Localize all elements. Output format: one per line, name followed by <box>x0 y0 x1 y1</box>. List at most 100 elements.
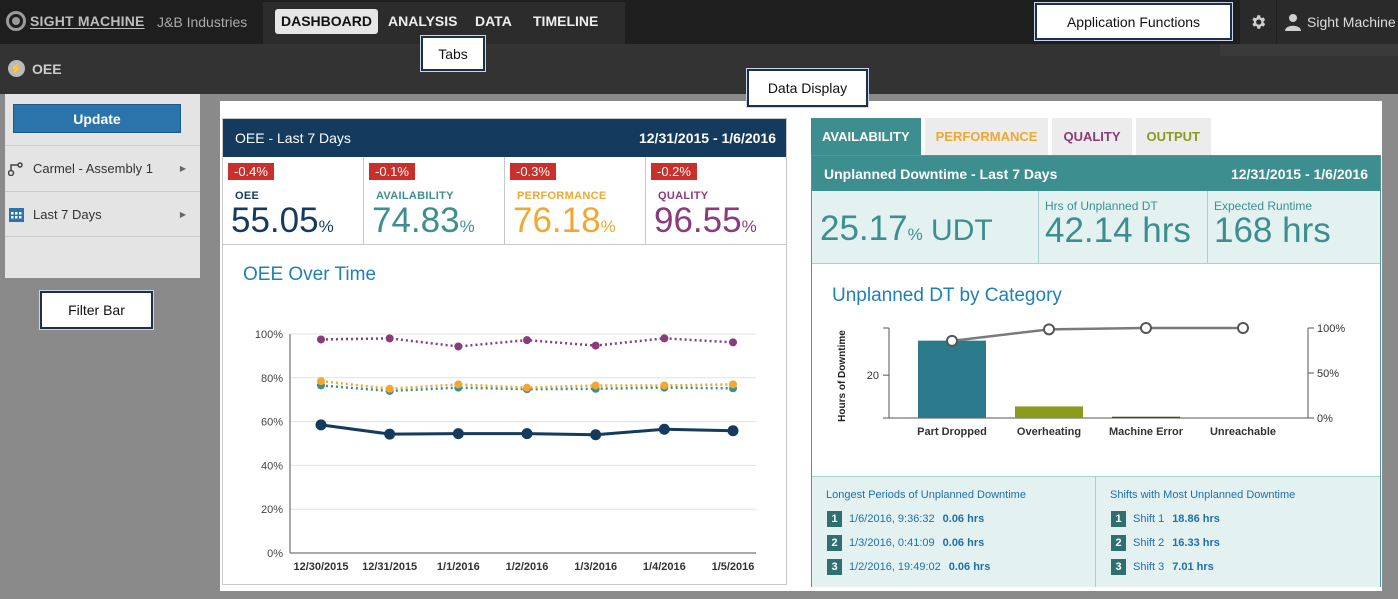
callout-filter-bar: Filter Bar <box>40 291 153 329</box>
downtime-chart-title: Unplanned DT by Category <box>832 285 1062 306</box>
data-point-performance <box>385 384 394 393</box>
data-point-quality <box>591 341 600 350</box>
company-name: J&B Industries <box>157 14 248 30</box>
brand-name: SIGHT MACHINE <box>30 13 145 29</box>
kpi-value: 96.55% <box>654 201 757 240</box>
x-tick-label: 1/5/2016 <box>712 561 755 573</box>
data-point-quality <box>523 336 531 345</box>
tab-quality[interactable]: QUALITY <box>1052 118 1132 155</box>
filter-item-date-range[interactable]: Last 7 Days ▶ <box>5 191 200 237</box>
list-item[interactable]: 3 1/2/2016, 19:49:02 0.06 hrs <box>827 559 990 575</box>
data-point-quality <box>317 335 325 344</box>
data-point-quality <box>729 338 737 347</box>
data-point-oee <box>452 428 464 440</box>
list-title: Longest Periods of Unplanned Downtime <box>826 489 1026 501</box>
y-tick-label: 80% <box>261 373 283 385</box>
list-item[interactable]: 3 Shift 3 7.01 hrs <box>1111 559 1214 575</box>
data-point-quality <box>385 334 394 343</box>
list-item[interactable]: 1 1/6/2016, 9:36:32 0.06 hrs <box>827 511 984 527</box>
user-menu-button[interactable]: Sight Machine <box>1277 0 1398 44</box>
chevron-right-icon: ▶ <box>179 209 186 219</box>
kpi-value: 55.05% <box>231 201 334 240</box>
kpi-availability[interactable]: -0.1% AVAILABILITY 74.83% <box>364 157 505 244</box>
tab-availability[interactable]: AVAILABILITY <box>811 118 921 155</box>
tab-timeline[interactable]: TIMELINE <box>527 9 604 34</box>
list-item[interactable]: 1 Shift 1 18.86 hrs <box>1111 511 1220 527</box>
x-tick-label: 1/1/2016 <box>437 561 480 573</box>
x-tick-label: 1/3/2016 <box>574 561 617 573</box>
kpi-value: 74.83% <box>372 201 475 240</box>
kpi-oee[interactable]: -0.4% OEE 55.05% <box>223 157 364 244</box>
downtime-header: Unplanned Downtime - Last 7 Days 12/31/2… <box>812 156 1380 191</box>
y-axis-label: Hours of Downtime <box>837 330 848 422</box>
x-tick-label: Unreachable <box>1210 426 1276 438</box>
cumulative-line <box>951 326 1243 343</box>
delta-badge: -0.1% <box>369 163 415 180</box>
kpi-udt: 25.17% UDT <box>812 191 1039 263</box>
y2-tick-label: 0% <box>1317 413 1333 425</box>
data-point-performance <box>729 380 737 389</box>
kpi-value: 76.18% <box>513 201 616 240</box>
filter-bar: Update Carmel - Assembly 1 ▶ Last 7 Days… <box>5 94 200 278</box>
y2-tick-label: 100% <box>1317 323 1345 335</box>
bar-1 <box>1015 406 1083 418</box>
data-display: OEE - Last 7 Days 12/31/2015 - 1/6/2016 … <box>220 101 1382 591</box>
brand-logo[interactable]: SIGHT MACHINE <box>6 11 145 31</box>
bar-2 <box>1112 416 1180 418</box>
oee-card-header: OEE - Last 7 Days 12/31/2015 - 1/6/2016 <box>223 119 786 157</box>
tab-performance[interactable]: PERFORMANCE <box>924 118 1049 155</box>
kpi-udt-value: 25.17% UDT <box>820 209 993 248</box>
x-tick-label: Machine Error <box>1109 426 1184 438</box>
callout-tabs: Tabs <box>421 36 485 71</box>
filter-item-machine[interactable]: Carmel - Assembly 1 ▶ <box>5 145 200 191</box>
calendar-icon <box>7 207 25 222</box>
downtime-card: AVAILABILITY PERFORMANCE QUALITY OUTPUT … <box>811 118 1381 588</box>
tab-dashboard[interactable]: DASHBOARD <box>275 9 378 34</box>
cumulative-point <box>1237 322 1249 334</box>
cumulative-point <box>1043 323 1055 336</box>
data-point-oee <box>384 428 396 440</box>
downtime-kpi-row: 25.17% UDT Hrs of Unplanned DT 42.14 hrs… <box>812 191 1380 264</box>
downtime-dates: 12/31/2015 - 1/6/2016 <box>1230 165 1368 182</box>
delta-badge: -0.2% <box>651 163 697 180</box>
kpi-unplanned-hours: Hrs of Unplanned DT 42.14 hrs <box>1039 191 1208 263</box>
update-button[interactable]: Update <box>13 104 181 133</box>
cumulative-point <box>946 334 958 347</box>
oee-card: OEE - Last 7 Days 12/31/2015 - 1/6/2016 … <box>222 118 787 585</box>
data-point-quality <box>454 342 463 351</box>
oee-kpi-row: -0.4% OEE 55.05% -0.1% AVAILABILITY 74.8… <box>223 157 786 245</box>
y-tick-label: 20 <box>867 370 879 382</box>
x-tick-label: 1/2/2016 <box>506 561 549 573</box>
list-title: Shifts with Most Unplanned Downtime <box>1110 489 1296 501</box>
y-tick-label: 0% <box>267 548 283 560</box>
y-tick-label: 40% <box>261 460 283 472</box>
user-name: Sight Machine <box>1307 14 1396 30</box>
y2-tick-label: 50% <box>1317 368 1339 380</box>
filter-item-label: Carmel - Assembly 1 <box>33 161 153 176</box>
kpi-expected-runtime: Expected Runtime 168 hrs <box>1208 191 1380 263</box>
y-tick-label: 20% <box>261 504 283 516</box>
oee-line-chart: 0% 20% 40% 60% 80% 100% 12/30/2015 12/31/2015 1/… <box>255 329 756 573</box>
data-point-oee <box>727 425 739 437</box>
tab-analysis[interactable]: ANALYSIS <box>382 9 464 34</box>
kpi-quality[interactable]: -0.2% QUALITY 96.55% <box>646 157 786 244</box>
tab-data[interactable]: DATA <box>469 9 518 34</box>
metric-tabs: AVAILABILITY PERFORMANCE QUALITY OUTPUT <box>811 118 1215 155</box>
settings-button[interactable] <box>1240 0 1276 44</box>
y-tick-label: 60% <box>261 417 283 429</box>
oee-chart-title: OEE Over Time <box>243 264 377 285</box>
gear-icon <box>1252 15 1266 29</box>
bolt-icon: ⚡ <box>8 60 25 77</box>
x-tick-label: 12/30/2015 <box>293 561 348 573</box>
kpi-performance[interactable]: -0.3% PERFORMANCE 76.18% <box>505 157 646 244</box>
y-tick-label: 100% <box>255 329 283 341</box>
list-item[interactable]: 2 Shift 2 16.33 hrs <box>1111 535 1220 551</box>
callout-application-functions: Application Functions <box>1035 3 1232 40</box>
tab-output[interactable]: OUTPUT <box>1135 118 1211 155</box>
oee-card-dates: 12/31/2015 - 1/6/2016 <box>638 130 776 146</box>
chevron-right-icon: ▶ <box>179 164 186 173</box>
kpi-value: 42.14 hrs <box>1045 211 1191 250</box>
list-item[interactable]: 2 1/3/2016, 0:41:09 0.06 hrs <box>827 535 984 551</box>
data-point-oee <box>315 419 327 431</box>
data-point-performance <box>523 383 531 392</box>
